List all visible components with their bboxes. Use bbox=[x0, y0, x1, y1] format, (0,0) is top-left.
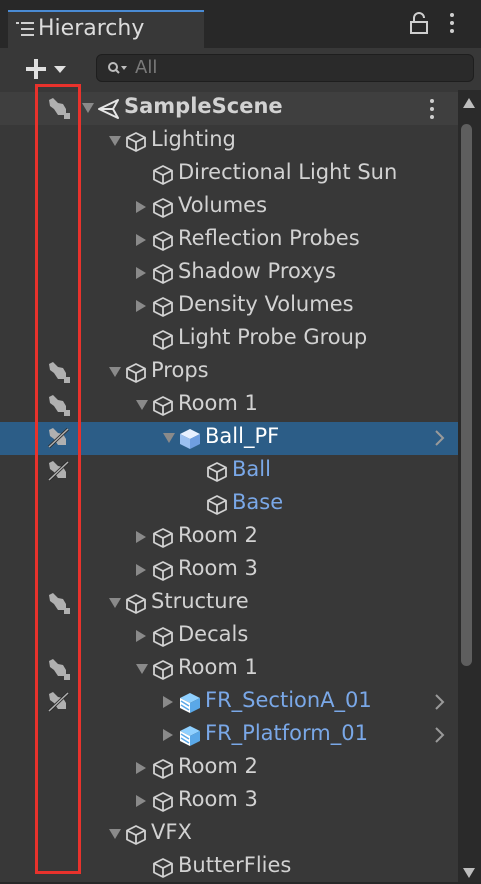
expand-arrow-down-icon[interactable] bbox=[109, 136, 121, 146]
tab-hierarchy[interactable]: Hierarchy bbox=[8, 10, 204, 48]
row-label: Structure bbox=[151, 589, 249, 613]
gameobject-cube-icon bbox=[153, 792, 173, 812]
unity-scene-icon bbox=[98, 99, 119, 119]
expand-arrow-down-icon[interactable] bbox=[136, 664, 148, 674]
expand-arrow-right-icon[interactable] bbox=[136, 564, 146, 576]
gameobject-cube-icon bbox=[153, 330, 173, 350]
row-label: Room 3 bbox=[178, 556, 258, 580]
row-label: Ball_PF bbox=[205, 424, 280, 448]
expand-arrow-down-icon[interactable] bbox=[163, 433, 175, 443]
expand-arrow-right-icon[interactable] bbox=[136, 267, 146, 279]
row-label: FR_Platform_01 bbox=[205, 721, 368, 745]
expand-arrow-right-icon[interactable] bbox=[136, 201, 146, 213]
row-label: Reflection Probes bbox=[178, 226, 360, 250]
row-label: ButterFlies bbox=[178, 853, 292, 877]
expand-arrow-down-icon[interactable] bbox=[82, 103, 94, 113]
expand-arrow-right-icon[interactable] bbox=[136, 762, 146, 774]
expand-arrow-right-icon[interactable] bbox=[136, 795, 146, 807]
gameobject-cube-icon bbox=[207, 495, 227, 515]
expand-arrow-right-icon[interactable] bbox=[136, 234, 146, 246]
expand-arrow-down-icon[interactable] bbox=[136, 400, 148, 410]
gameobject-cube-icon bbox=[126, 363, 146, 383]
open-prefab-chevron-icon[interactable] bbox=[434, 428, 446, 448]
gameobject-cube-icon bbox=[153, 396, 173, 416]
list-icon bbox=[16, 22, 34, 36]
search-icon bbox=[108, 62, 127, 74]
gameobject-cube-icon bbox=[153, 858, 173, 878]
gameobject-cube-icon bbox=[153, 627, 173, 647]
row-label: Room 2 bbox=[178, 523, 258, 547]
row-label: SampleScene bbox=[124, 94, 283, 118]
row-label: Room 3 bbox=[178, 787, 258, 811]
gameobject-cube-icon bbox=[126, 132, 146, 152]
row-label: Room 1 bbox=[178, 391, 258, 415]
expand-arrow-down-icon[interactable] bbox=[109, 598, 121, 608]
row-label: Base bbox=[232, 490, 284, 514]
row-label: Volumes bbox=[178, 193, 268, 217]
row-label: Decals bbox=[178, 622, 249, 646]
search-input[interactable]: All bbox=[96, 54, 474, 82]
row-label: Room 1 bbox=[178, 655, 258, 679]
gameobject-cube-icon bbox=[153, 165, 173, 185]
gameobject-cube-icon bbox=[153, 561, 173, 581]
hierarchy-window: Hierarchy All SampleScene Lighting Direct bbox=[0, 0, 481, 882]
scroll-down-arrow-icon[interactable] bbox=[463, 868, 475, 878]
gameobject-cube-icon bbox=[153, 198, 173, 218]
row-label: Props bbox=[151, 358, 209, 382]
gameobject-cube-icon bbox=[126, 825, 146, 845]
vertical-scrollbar[interactable] bbox=[458, 90, 481, 882]
scene-menu-kebab-icon[interactable] bbox=[428, 98, 436, 120]
expand-arrow-right-icon[interactable] bbox=[136, 300, 146, 312]
gameobject-cube-icon bbox=[153, 231, 173, 251]
row-label: Directional Light Sun bbox=[178, 160, 398, 184]
gameobject-cube-icon bbox=[153, 264, 173, 284]
tab-bar: Hierarchy bbox=[0, 0, 481, 48]
row-label: Room 2 bbox=[178, 754, 258, 778]
gameobject-cube-icon bbox=[153, 297, 173, 317]
row-label: Lighting bbox=[151, 127, 236, 151]
gameobject-cube-icon bbox=[207, 462, 227, 482]
row-label: Light Probe Group bbox=[178, 325, 368, 349]
gameobject-cube-icon bbox=[153, 660, 173, 680]
expand-arrow-down-icon[interactable] bbox=[109, 367, 121, 377]
row-label: Shadow Proxys bbox=[178, 259, 337, 283]
plus-dropdown-icon[interactable] bbox=[20, 54, 80, 84]
row-label: FR_SectionA_01 bbox=[205, 688, 372, 712]
row-label: VFX bbox=[151, 820, 192, 844]
expand-arrow-right-icon[interactable] bbox=[136, 630, 146, 642]
open-prefab-chevron-icon[interactable] bbox=[434, 692, 446, 712]
gameobject-cube-icon bbox=[126, 594, 146, 614]
model-prefab-icon bbox=[180, 726, 200, 746]
lock-icon[interactable] bbox=[410, 12, 428, 34]
annotation-highlight-box bbox=[35, 84, 81, 874]
row-label: Density Volumes bbox=[178, 292, 354, 316]
open-prefab-chevron-icon[interactable] bbox=[434, 725, 446, 745]
expand-arrow-right-icon[interactable] bbox=[136, 531, 146, 543]
expand-arrow-down-icon[interactable] bbox=[109, 829, 121, 839]
gameobject-cube-icon bbox=[153, 759, 173, 779]
expand-arrow-right-icon[interactable] bbox=[163, 696, 173, 708]
scroll-thumb[interactable] bbox=[461, 124, 472, 666]
gameobject-cube-icon bbox=[153, 528, 173, 548]
expand-arrow-right-icon[interactable] bbox=[163, 729, 173, 741]
model-prefab-icon bbox=[180, 693, 200, 713]
scroll-up-arrow-icon[interactable] bbox=[463, 98, 475, 108]
kebab-icon[interactable] bbox=[448, 12, 456, 34]
window-title: Hierarchy bbox=[38, 16, 145, 41]
row-label: Ball bbox=[232, 457, 271, 481]
prefab-cube-icon bbox=[180, 429, 200, 449]
search-placeholder: All bbox=[135, 57, 158, 78]
